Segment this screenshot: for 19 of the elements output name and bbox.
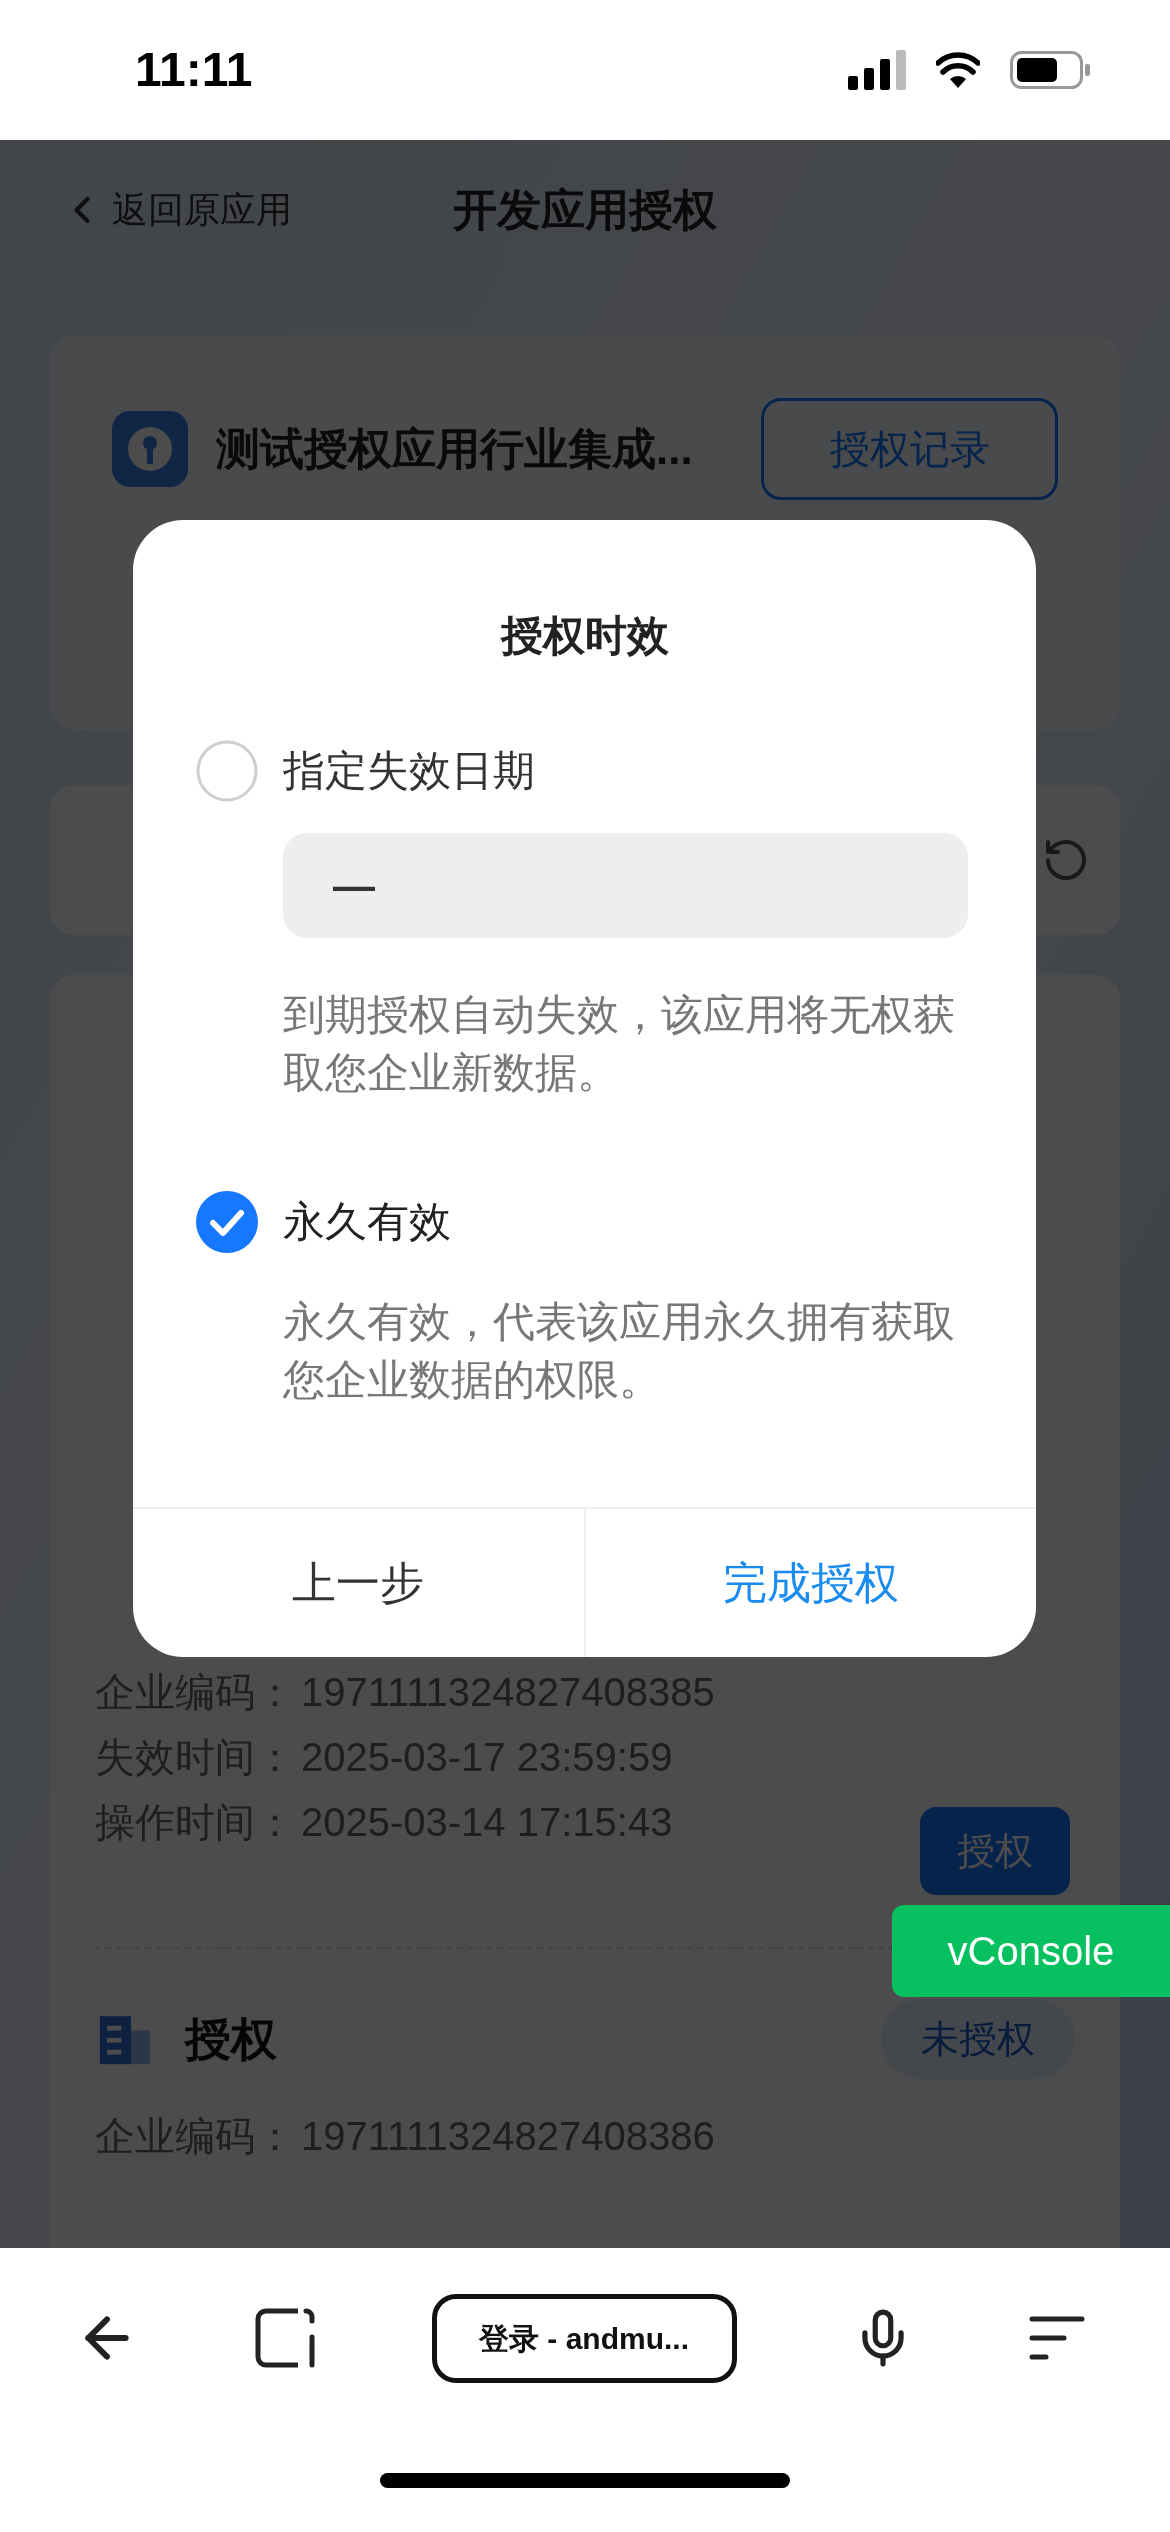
- page-title: 开发应用授权: [453, 184, 717, 236]
- date-field[interactable]: —: [283, 833, 968, 938]
- radio-button[interactable]: [196, 739, 258, 802]
- tabs-icon[interactable]: [254, 2307, 317, 2369]
- option-description: 永久有效，代表该应用永久拥有获取您企业数据的权限。: [283, 1297, 956, 1405]
- status-time: 11:11: [135, 42, 253, 98]
- option-description: 到期授权自动失效，该应用将无权获取您企业新数据。: [283, 990, 956, 1098]
- previous-button[interactable]: 上一步: [133, 1509, 584, 1657]
- battery-icon: [1010, 51, 1092, 89]
- dialog-title: 授权时效: [500, 611, 669, 661]
- option-label[interactable]: 永久有效: [283, 1190, 451, 1253]
- menu-icon[interactable]: [1029, 2314, 1085, 2362]
- option-label[interactable]: 指定失效日期: [283, 739, 535, 802]
- record-title: 授权: [185, 2011, 277, 2067]
- app-name: 测试授权应用行业集成...: [216, 423, 693, 475]
- signal-icon: [848, 50, 906, 90]
- wifi-icon: [936, 52, 980, 88]
- checked-radio-icon[interactable]: [196, 1190, 258, 1253]
- url-field[interactable]: 登录 - andmu...: [431, 2293, 737, 2383]
